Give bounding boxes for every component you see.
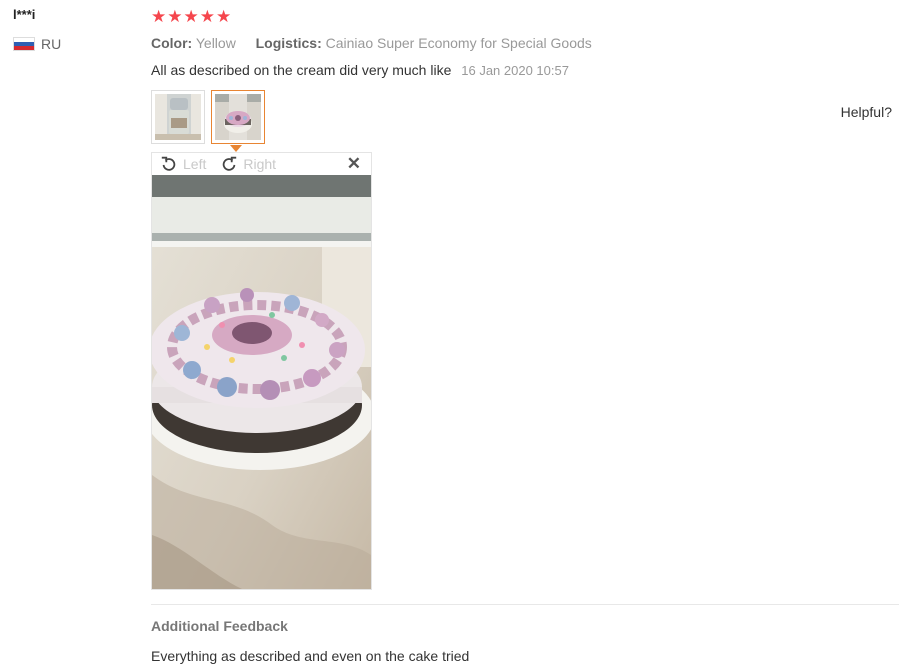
jar-photo bbox=[155, 94, 201, 140]
star-icon: ★ bbox=[183, 7, 199, 26]
photo-viewer: Left Right ✕ bbox=[151, 152, 372, 590]
star-icon: ★ bbox=[151, 7, 167, 26]
close-icon[interactable]: ✕ bbox=[347, 154, 361, 174]
reviewer-name: l***i bbox=[13, 7, 36, 22]
order-attributes: Color: Yellow Logistics: Cainiao Super E… bbox=[151, 35, 592, 51]
star-rating: ★ ★ ★ ★ ★ bbox=[151, 8, 231, 26]
star-icon: ★ bbox=[167, 7, 183, 26]
divider bbox=[151, 604, 899, 605]
cake-photo-small bbox=[215, 94, 261, 140]
rotate-left-button[interactable]: Left bbox=[160, 155, 206, 173]
logistics-value: Cainiao Super Economy for Special Goods bbox=[325, 35, 592, 51]
rotate-right-icon bbox=[223, 156, 237, 171]
russia-flag-icon bbox=[13, 37, 35, 51]
selected-thumbnail-pointer bbox=[230, 145, 242, 152]
star-icon: ★ bbox=[199, 7, 215, 26]
rotate-left-label: Left bbox=[183, 156, 207, 172]
additional-feedback-text: Everything as described and even on the … bbox=[151, 648, 470, 664]
helpful-button[interactable]: Helpful? bbox=[841, 104, 892, 120]
color-value: Yellow bbox=[195, 35, 236, 51]
rotate-right-label: Right bbox=[243, 156, 277, 172]
additional-feedback-title: Additional Feedback bbox=[151, 618, 288, 634]
color-label: Color: bbox=[151, 35, 193, 51]
country-code: RU bbox=[41, 36, 62, 52]
rotate-right-button[interactable]: Right bbox=[220, 155, 276, 173]
logistics-label: Logistics: bbox=[255, 35, 322, 51]
review-date: 16 Jan 2020 10:57 bbox=[461, 63, 569, 78]
cake-photo-large bbox=[152, 175, 371, 589]
rotate-left-icon bbox=[161, 156, 176, 171]
review-line: All as described on the cream did very m… bbox=[151, 62, 569, 78]
reviewer-country: RU bbox=[13, 36, 61, 52]
photo-viewer-toolbar: Left Right ✕ bbox=[152, 153, 371, 175]
review-text: All as described on the cream did very m… bbox=[151, 62, 452, 78]
photo-thumbnail-1[interactable] bbox=[151, 90, 205, 144]
photo-thumbnail-2[interactable] bbox=[211, 90, 265, 144]
star-icon: ★ bbox=[216, 7, 232, 26]
